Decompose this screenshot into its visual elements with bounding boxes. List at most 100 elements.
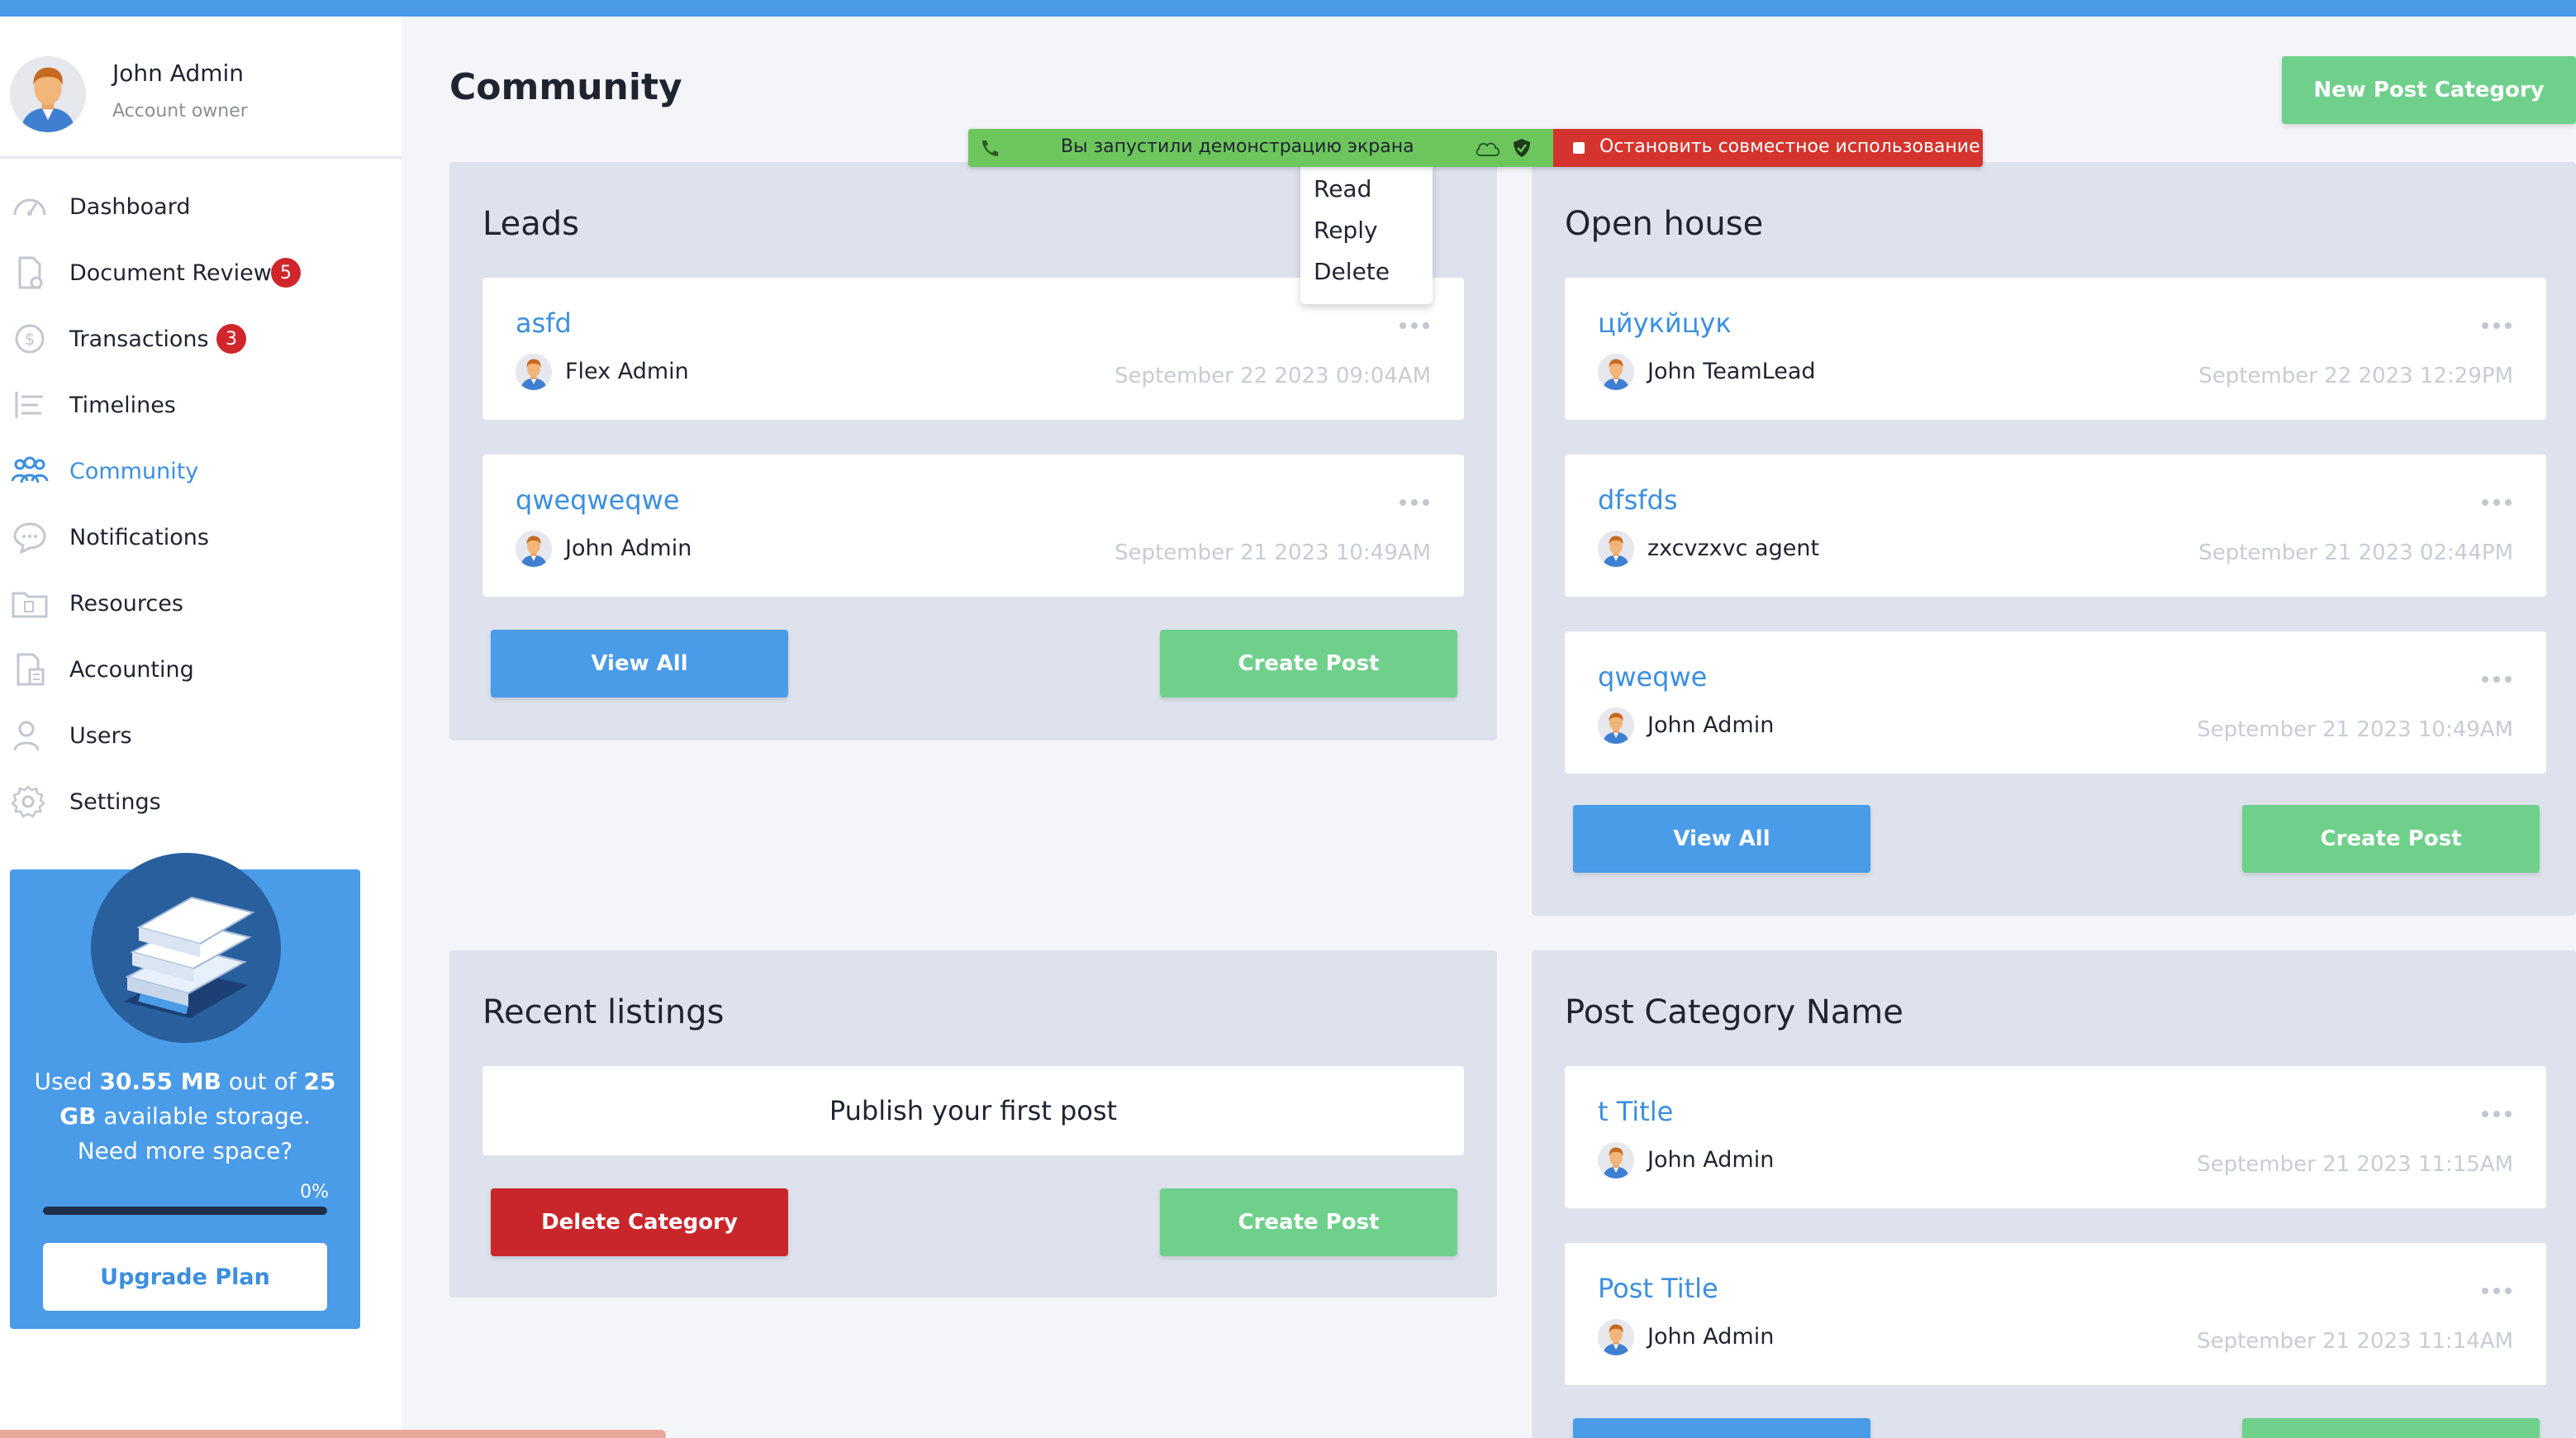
more-options-icon[interactable]: [2480, 1286, 2513, 1296]
create-post-button[interactable]: Create Post: [1160, 630, 1457, 698]
avatar: [1598, 707, 1634, 744]
post-title[interactable]: t Title: [1598, 1096, 1673, 1127]
storage-percent-label: 0%: [300, 1182, 329, 1202]
post-date: September 21 2023 10:49AM: [1115, 540, 1431, 565]
storage-card: Used 30.55 MB out of 25 GB available sto…: [10, 853, 360, 1329]
more-options-icon[interactable]: [1398, 321, 1431, 331]
avatar: [1598, 354, 1634, 390]
top-accent-bar: [0, 0, 2576, 17]
post-author: John Admin: [1647, 1324, 1775, 1350]
sidebar-item-label: Resources: [69, 590, 183, 617]
more-options-icon[interactable]: [2480, 498, 2513, 507]
screen-share-message: Вы запустили демонстрацию экрана: [1061, 136, 1414, 157]
post-title[interactable]: asfd: [516, 307, 572, 339]
sidebar-item-timelines[interactable]: Timelines: [0, 380, 402, 430]
sidebar-item-label: Timelines: [69, 392, 176, 418]
more-options-icon[interactable]: [2480, 1109, 2513, 1119]
sidebar-item-accounting[interactable]: Accounting: [0, 645, 402, 694]
post-date: September 21 2023 11:14AM: [2197, 1329, 2513, 1354]
avatar-icon: [1598, 707, 1634, 744]
shield-icon: [1514, 139, 1530, 157]
view-all-button[interactable]: View All: [1573, 805, 1870, 873]
stacked-documents-icon: [124, 896, 255, 1018]
sidebar-item-label: Dashboard: [69, 193, 191, 220]
sidebar-item-settings[interactable]: Settings: [0, 777, 402, 826]
sidebar-item-label: Settings: [69, 788, 161, 815]
sidebar-item-community[interactable]: Community: [0, 446, 402, 496]
sidebar-item-dashboard[interactable]: Dashboard: [0, 182, 402, 231]
dollar-icon: $: [15, 324, 45, 354]
sidebar-item-label: Community: [69, 458, 199, 484]
more-options-icon[interactable]: [1398, 498, 1431, 507]
avatar: [1598, 531, 1634, 567]
gear-icon: [11, 785, 45, 818]
post-date: September 21 2023 11:15AM: [2197, 1152, 2513, 1177]
chat-bubble-icon: [13, 522, 46, 555]
phone-icon[interactable]: [977, 136, 1001, 160]
post-date: September 22 2023 09:04AM: [1115, 364, 1431, 388]
transactions-badge: 3: [216, 324, 246, 354]
menu-item-delete[interactable]: Delete: [1314, 258, 1390, 285]
stop-sharing-button[interactable]: Остановить совместное использование: [1553, 129, 1983, 167]
post-title[interactable]: qweqweqwe: [516, 484, 680, 516]
profile-header[interactable]: John Admin Account owner: [0, 17, 402, 159]
document-review-badge: 5: [271, 258, 301, 288]
screen-share-status: Вы запустили демонстрацию экрана: [968, 129, 1553, 167]
post-title[interactable]: цйукйцук: [1598, 307, 1732, 339]
view-all-button[interactable]: [1573, 1418, 1870, 1438]
user-icon: [13, 721, 40, 751]
avatar-icon: [1598, 1142, 1634, 1178]
storage-used-amount: 30.55 MB: [99, 1068, 221, 1095]
post-title[interactable]: qweqwe: [1598, 661, 1707, 693]
post-author: John Admin: [1647, 1147, 1775, 1173]
post-author: John TeamLead: [1647, 359, 1816, 384]
post-card[interactable]: dfsfds zxcvzxvc agent September 21 2023 …: [1565, 455, 2546, 597]
document-icon: [18, 256, 43, 289]
timeline-icon: [15, 392, 43, 418]
sidebar-item-resources[interactable]: Resources: [0, 579, 402, 628]
panel-title: Recent listings: [482, 993, 725, 1031]
create-post-button[interactable]: Create Post: [2242, 805, 2540, 873]
gauge-icon: [13, 198, 46, 216]
post-title[interactable]: Post Title: [1598, 1273, 1718, 1304]
avatar: [1598, 1319, 1634, 1355]
post-date: September 21 2023 10:49AM: [2197, 717, 2513, 742]
post-date: September 22 2023 12:29PM: [2198, 364, 2513, 388]
empty-state: Publish your first post: [482, 1066, 1464, 1155]
stop-icon: [1573, 142, 1585, 154]
post-author: John Admin: [1647, 712, 1775, 738]
sidebar-item-users[interactable]: Users: [0, 711, 402, 760]
people-icon: [11, 456, 49, 483]
avatar-icon: [516, 354, 552, 390]
post-date: September 21 2023 02:44PM: [2198, 540, 2513, 565]
sidebar-item-document-review[interactable]: Document Review 5: [0, 248, 402, 298]
sidebar-item-transactions[interactable]: $ Transactions 3: [0, 314, 402, 364]
panel-title: Leads: [482, 205, 579, 243]
new-post-category-button[interactable]: New Post Category: [2282, 56, 2576, 124]
post-card[interactable]: Post Title John Admin September 21 2023 …: [1565, 1243, 2546, 1385]
avatar[interactable]: [10, 56, 86, 132]
post-card[interactable]: t Title John Admin September 21 2023 11:…: [1565, 1066, 2546, 1208]
post-card[interactable]: цйукйцук John TeamLead September 22 2023…: [1565, 278, 2546, 420]
delete-category-button[interactable]: Delete Category: [491, 1188, 788, 1256]
sidebar-item-label: Transactions: [69, 326, 209, 352]
sidebar-item-label: Users: [69, 722, 132, 749]
post-author: Flex Admin: [565, 359, 689, 384]
avatar-icon: [1598, 531, 1634, 567]
create-post-button[interactable]: [2242, 1418, 2540, 1438]
more-options-icon[interactable]: [2480, 321, 2513, 331]
view-all-button[interactable]: View All: [491, 630, 788, 698]
sidebar-item-notifications[interactable]: Notifications: [0, 512, 402, 562]
avatar: [516, 354, 552, 390]
more-options-icon[interactable]: [2480, 674, 2513, 684]
cloud-icon: [1476, 142, 1500, 156]
post-title[interactable]: dfsfds: [1598, 484, 1678, 516]
post-card[interactable]: qweqwe John Admin September 21 2023 10:4…: [1565, 631, 2546, 774]
menu-item-reply[interactable]: Reply: [1314, 217, 1378, 244]
create-post-button[interactable]: Create Post: [1160, 1188, 1457, 1256]
avatar-icon: [10, 56, 86, 132]
post-card[interactable]: qweqweqwe John Admin September 21 2023 1…: [482, 455, 1464, 597]
upgrade-plan-button[interactable]: Upgrade Plan: [43, 1243, 327, 1311]
menu-item-read[interactable]: Read: [1314, 175, 1371, 202]
panel-open-house: Open house цйукйцук John TeamLead Septem…: [1532, 162, 2576, 916]
